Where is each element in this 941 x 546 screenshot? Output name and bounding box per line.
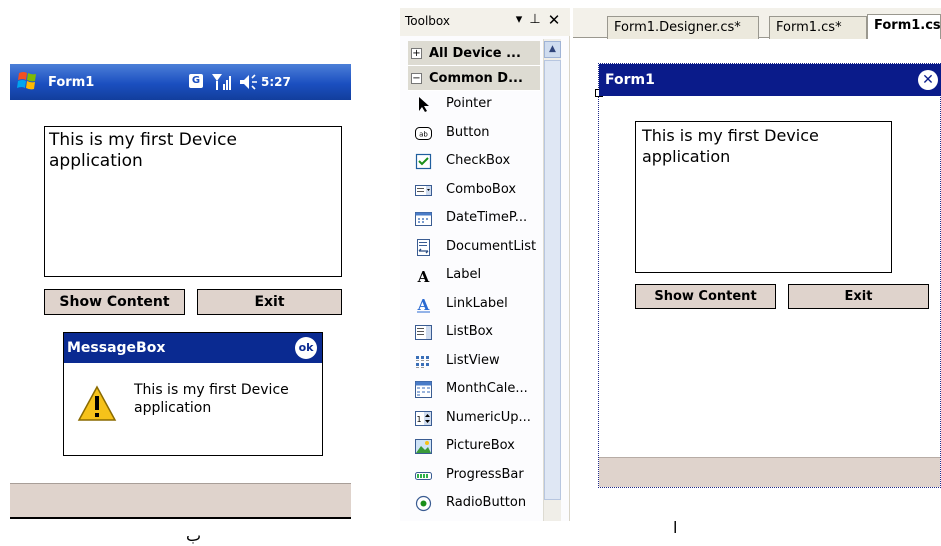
show-content-button[interactable]: Show Content	[44, 289, 185, 315]
tab-form1-cs-design[interactable]: Form1.cs	[867, 14, 941, 39]
close-icon[interactable]: ✕	[918, 70, 938, 90]
windows-start-icon[interactable]	[13, 69, 43, 95]
listview-icon	[415, 353, 432, 370]
toolbox-header: Toolbox ▾ ⊥ ✕	[400, 8, 570, 36]
monthcalendar-icon	[415, 381, 432, 398]
designer-exit-button[interactable]: Exit	[788, 284, 929, 309]
checkbox-icon	[415, 153, 432, 170]
linklabel-icon: A	[415, 296, 432, 314]
device-menu-bar[interactable]	[10, 483, 351, 519]
toolbox-item-listbox[interactable]: ListBox	[408, 318, 543, 346]
device-clock[interactable]: 5:27	[261, 75, 291, 89]
toolbox-item-label: NumericUp...	[446, 410, 531, 425]
toolbox-item-label: ComboBox	[446, 182, 517, 197]
scroll-up-icon[interactable]: ▲	[544, 41, 561, 58]
numericupdown-icon: 1	[415, 410, 432, 427]
designer-form-title: Form1	[605, 72, 655, 88]
toolbox-group-common-device[interactable]: − Common D...	[408, 66, 540, 91]
toolbox-group-label: All Device ...	[429, 46, 521, 61]
device-titlebar: Form1 G 5:27	[10, 64, 351, 100]
documentlist-icon	[415, 239, 432, 256]
toolbox-item-datetimep[interactable]: DateTimeP...	[408, 204, 543, 232]
toolbox-item-label: DateTimeP...	[446, 210, 528, 225]
svg-text:ab: ab	[419, 131, 428, 139]
toolbox-item-pointer[interactable]: Pointer	[408, 90, 543, 118]
signal-strength-icon[interactable]	[211, 72, 233, 92]
scrollbar-thumb[interactable]	[544, 60, 561, 500]
collapse-icon[interactable]: −	[411, 73, 422, 84]
datetimepicker-icon	[415, 210, 432, 227]
toolbox-scrollbar[interactable]: ▲	[543, 39, 561, 521]
messagebox-text: This is my first Device application	[134, 382, 289, 416]
volume-icon[interactable]	[238, 73, 258, 91]
progressbar-icon	[415, 467, 432, 484]
toolbox-item-button[interactable]: ab Button	[408, 119, 543, 147]
toolbox-item-listview[interactable]: ListView	[408, 347, 543, 375]
svg-text:A: A	[417, 296, 430, 313]
toolbox-item-monthcale[interactable]: MonthCale...	[408, 375, 543, 403]
designer-form[interactable]: Form1 ✕ This is my first Device applicat…	[595, 63, 941, 488]
toolbox-title: Toolbox	[405, 14, 450, 28]
toolbox-item-label: LinkLabel	[446, 296, 508, 311]
toolbox-item-label: Pointer	[446, 96, 492, 111]
toolbox-item-label: DocumentList	[446, 239, 537, 254]
toolbox-item-checkbox[interactable]: CheckBox	[408, 147, 543, 175]
toolbox-item-label: ListBox	[446, 324, 493, 339]
toolbox-item-label: CheckBox	[446, 153, 511, 168]
tab-form1-designer-cs[interactable]: Form1.Designer.cs*	[607, 16, 759, 39]
toolbox-group-all-device[interactable]: + All Device ...	[408, 41, 540, 66]
toolbox-item-radiobutton[interactable]: RadioButton	[408, 489, 543, 517]
toolbox-group-label: Common D...	[429, 71, 523, 86]
toolbox-item-picturebox[interactable]: PictureBox	[408, 432, 543, 460]
toolbox-item-linklabel[interactable]: A LinkLabel	[408, 290, 543, 318]
exit-button[interactable]: Exit	[197, 289, 342, 315]
toolbox-panel: Toolbox ▾ ⊥ ✕ + All Device ... − Common …	[400, 8, 570, 521]
gprs-icon: G	[189, 74, 203, 88]
pin-icon[interactable]: ⊥	[526, 11, 544, 29]
device-content-textbox[interactable]: This is my first Device application	[44, 126, 342, 277]
messagebox-ok-button[interactable]: ok	[295, 337, 317, 359]
device-emulator-screen: Form1 G 5:27 This is my first Device app…	[10, 64, 351, 520]
svg-text:1: 1	[416, 415, 421, 424]
document-tab-bar: Form1.Designer.cs* Form1.cs* Form1.cs	[573, 8, 941, 39]
toolbox-item-combobox[interactable]: ComboBox	[408, 176, 543, 204]
tab-form1-cs[interactable]: Form1.cs*	[769, 16, 867, 39]
combobox-icon	[415, 182, 432, 199]
designer-content-textbox[interactable]: This is my first Device application	[635, 121, 892, 273]
toolbox-item-label: ProgressBar	[446, 467, 524, 482]
radiobutton-icon	[415, 495, 432, 512]
design-surface[interactable]: Form1 ✕ This is my first Device applicat…	[573, 39, 941, 521]
picturebox-icon	[415, 438, 432, 455]
warning-icon	[77, 385, 117, 421]
toolbox-item-label: Label	[446, 267, 482, 282]
toolbox-item-label: Button	[446, 125, 490, 140]
toolbox-item-label[interactable]: A Label	[408, 261, 543, 289]
close-icon[interactable]: ✕	[545, 11, 563, 29]
caption-left: ب	[186, 526, 202, 545]
button-icon: ab	[415, 125, 432, 142]
messagebox-dialog: MessageBox ok This is my first Device ap…	[63, 332, 323, 456]
toolbox-item-label: ListView	[446, 353, 500, 368]
designer-show-content-button[interactable]: Show Content	[635, 284, 776, 309]
designer-menu-bar[interactable]	[599, 457, 940, 487]
toolbox-item-numericup[interactable]: 1 NumericUp...	[408, 404, 543, 432]
form-designer: Form1.Designer.cs* Form1.cs* Form1.cs Fo…	[573, 8, 941, 521]
toolbox-item-label: RadioButton	[446, 495, 527, 510]
expand-icon[interactable]: +	[411, 48, 422, 59]
pointer-icon	[415, 96, 432, 113]
toolbox-item-label: PictureBox	[446, 438, 515, 453]
svg-text:A: A	[417, 268, 430, 284]
toolbox-item-documentlist[interactable]: DocumentList	[408, 233, 543, 261]
messagebox-title-text: MessageBox	[67, 340, 166, 356]
toolbox-item-progressbar[interactable]: ProgressBar	[408, 461, 543, 489]
messagebox-title: MessageBox ok	[64, 333, 322, 363]
toolbox-item-label: MonthCale...	[446, 381, 528, 396]
label-icon: A	[415, 267, 432, 286]
listbox-icon	[415, 324, 432, 341]
designer-form-titlebar[interactable]: Form1 ✕	[599, 64, 941, 96]
device-form-title: Form1	[48, 75, 95, 90]
